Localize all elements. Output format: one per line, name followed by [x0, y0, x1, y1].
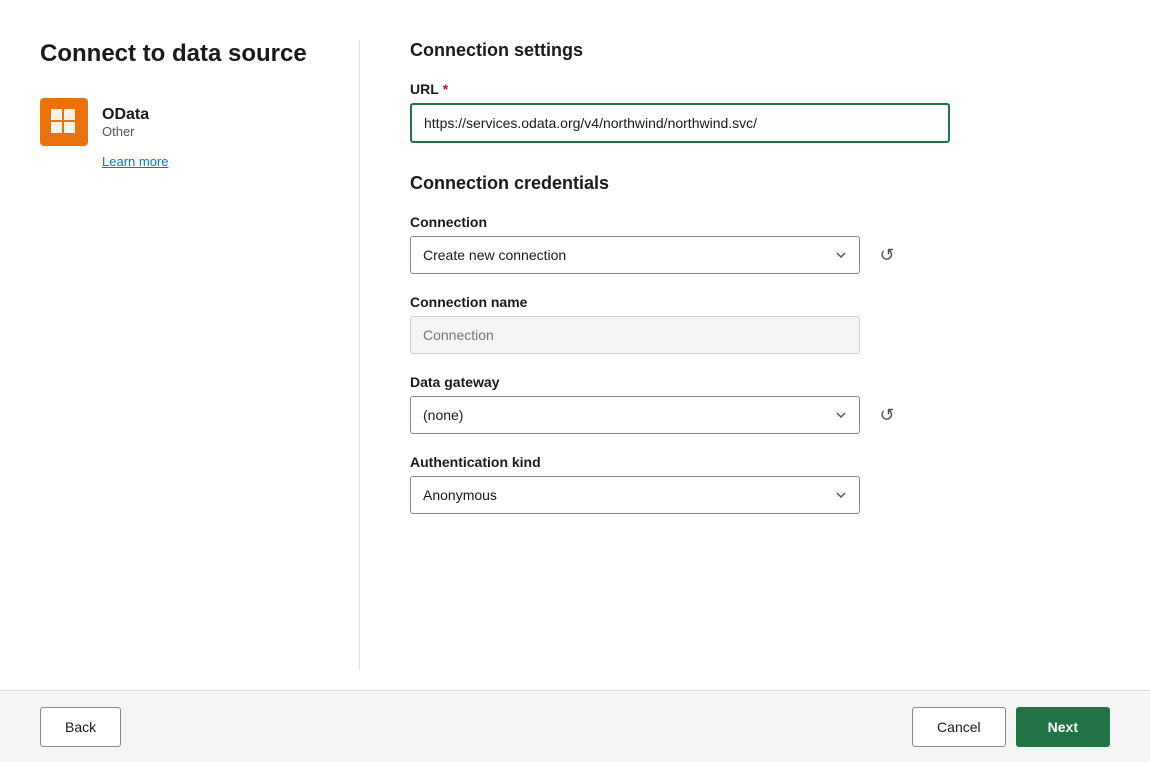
connection-dropdown-row: Create new connection ↺: [410, 236, 1110, 274]
auth-kind-dropdown-row: Anonymous: [410, 476, 1110, 514]
connection-refresh-button[interactable]: ↺: [870, 238, 904, 272]
connector-name: OData: [102, 106, 149, 124]
connection-field-group: Connection Create new connection ↺: [410, 214, 1110, 274]
url-label: URL *: [410, 81, 1110, 97]
url-required-star: *: [443, 81, 448, 97]
connector-info: OData Other Learn more: [40, 98, 319, 169]
auth-kind-field-group: Authentication kind Anonymous: [410, 454, 1110, 514]
next-button[interactable]: Next: [1016, 707, 1110, 747]
connection-name-input[interactable]: [410, 316, 860, 354]
connection-label: Connection: [410, 214, 1110, 230]
credentials-section: Connection credentials Connection Create…: [410, 173, 1110, 514]
connection-name-field-group: Connection name: [410, 294, 1110, 354]
auth-kind-label: Authentication kind: [410, 454, 1110, 470]
data-gateway-refresh-button[interactable]: ↺: [870, 398, 904, 432]
credentials-title: Connection credentials: [410, 173, 1110, 194]
right-panel: Connection settings URL * Connection cre…: [360, 40, 1110, 670]
connector-text: OData Other: [102, 106, 149, 139]
url-input[interactable]: [410, 103, 950, 143]
connection-settings-title: Connection settings: [410, 40, 1110, 61]
connection-settings-section: Connection settings URL *: [410, 40, 1110, 143]
connection-name-label: Connection name: [410, 294, 1110, 310]
odata-icon: [40, 98, 88, 146]
page-title: Connect to data source: [40, 40, 319, 68]
learn-more-link[interactable]: Learn more: [102, 154, 319, 169]
data-gateway-label: Data gateway: [410, 374, 1110, 390]
left-panel: Connect to data source OData Other: [40, 40, 360, 670]
auth-kind-dropdown[interactable]: Anonymous: [410, 476, 860, 514]
url-field-group: URL *: [410, 81, 1110, 143]
connector-category: Other: [102, 124, 149, 139]
back-button[interactable]: Back: [40, 707, 121, 747]
connection-dropdown[interactable]: Create new connection: [410, 236, 860, 274]
cancel-button[interactable]: Cancel: [912, 707, 1006, 747]
footer-left: Back: [40, 707, 121, 747]
footer-right: Cancel Next: [912, 707, 1110, 747]
data-gateway-dropdown-row: (none) ↺: [410, 396, 1110, 434]
footer: Back Cancel Next: [0, 690, 1150, 762]
data-gateway-field-group: Data gateway (none) ↺: [410, 374, 1110, 434]
connector-header: OData Other: [40, 98, 319, 146]
data-gateway-dropdown[interactable]: (none): [410, 396, 860, 434]
